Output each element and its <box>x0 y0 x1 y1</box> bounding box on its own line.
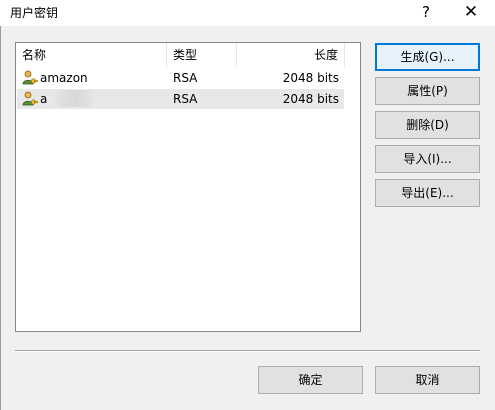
window-title: 用户密钥 <box>10 6 59 20</box>
user-key-icon <box>22 70 38 85</box>
title-bar: 用户密钥 ? ✕ <box>0 0 495 26</box>
user-key-icon <box>22 91 38 106</box>
column-header-length[interactable]: 长度 <box>237 43 345 67</box>
key-name: amazon <box>40 71 88 85</box>
import-button[interactable]: 导入(I)... <box>375 145 480 173</box>
column-header-name[interactable]: 名称 <box>16 43 167 67</box>
list-header: 名称 类型 长度 <box>16 43 360 67</box>
redacted-blur <box>52 90 96 107</box>
key-type: RSA <box>173 71 198 85</box>
key-length: 2048 bits <box>282 71 339 85</box>
cancel-button[interactable]: 取消 <box>375 366 480 394</box>
key-length: 2048 bits <box>282 92 339 106</box>
separator <box>15 350 480 352</box>
generate-button[interactable]: 生成(G)... <box>375 43 480 71</box>
ok-button[interactable]: 确定 <box>258 366 363 394</box>
key-list[interactable]: 名称 类型 长度 amazon RSA 2048 bits a RSA 2048… <box>15 42 361 332</box>
close-button[interactable]: ✕ <box>456 0 486 26</box>
list-item[interactable]: amazon RSA 2048 bits <box>17 68 344 88</box>
delete-button[interactable]: 删除(D) <box>375 111 480 139</box>
export-button[interactable]: 导出(E)... <box>375 179 480 207</box>
window-edge <box>0 26 1 410</box>
column-header-type[interactable]: 类型 <box>167 43 237 67</box>
help-button[interactable]: ? <box>412 0 440 26</box>
properties-button[interactable]: 属性(P) <box>375 77 480 105</box>
key-name: a <box>40 92 48 106</box>
key-type: RSA <box>173 92 198 106</box>
list-item[interactable]: a RSA 2048 bits <box>17 89 344 109</box>
